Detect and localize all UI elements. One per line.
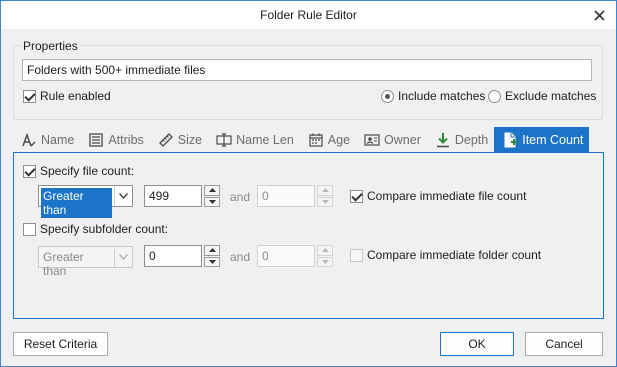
attribs-icon — [88, 132, 104, 148]
file-count-operator-value: Greater than — [41, 188, 112, 218]
cancel-button[interactable]: Cancel — [525, 332, 603, 356]
window-title: Folder Rule Editor — [260, 8, 357, 22]
specify-file-count-label: Specify file count: — [40, 164, 135, 178]
file-count-min-stepper[interactable]: 499 — [144, 185, 220, 207]
depth-icon — [435, 132, 451, 148]
size-icon — [158, 132, 174, 148]
chevron-down-icon — [114, 247, 132, 267]
close-button[interactable] — [588, 4, 610, 26]
tab-name-len[interactable]: Name Len — [208, 127, 300, 153]
tab-depth[interactable]: Depth — [427, 127, 494, 153]
criteria-tabs: Name Attribs Size Name Len Age Owner Dep… — [13, 127, 590, 153]
compare-immediate-folder-count-row[interactable]: Compare immediate folder count — [350, 248, 541, 262]
file-count-max-value[interactable]: 0 — [257, 185, 315, 207]
rule-enabled-label: Rule enabled — [40, 89, 111, 103]
stepper-up-button[interactable] — [204, 245, 220, 256]
compare-immediate-folder-count-checkbox[interactable] — [350, 248, 363, 262]
stepper-up-button[interactable] — [317, 245, 333, 256]
tab-label: Item Count — [522, 133, 584, 147]
stepper-down-button[interactable] — [204, 256, 220, 267]
properties-group — [13, 45, 603, 120]
tab-label: Name — [41, 133, 75, 147]
tab-label: Depth — [454, 133, 489, 147]
rule-enabled-checkbox[interactable] — [23, 89, 36, 103]
tab-label: Owner — [384, 133, 421, 147]
stepper-down-button[interactable] — [317, 256, 333, 267]
stepper-down-button[interactable] — [317, 196, 333, 207]
compare-immediate-file-count-label: Compare immediate file count — [367, 189, 527, 203]
name-len-icon — [216, 132, 232, 148]
arrow-up-icon — [208, 188, 216, 193]
specify-subfolder-count-row[interactable]: Specify subfolder count: — [23, 222, 168, 236]
exclude-matches-option[interactable]: Exclude matches — [488, 89, 596, 103]
subfolder-count-min-value[interactable]: 0 — [144, 245, 202, 267]
folder-rule-editor-window: Folder Rule Editor Properties Folders wi… — [0, 0, 617, 367]
arrow-down-icon — [321, 199, 329, 204]
title-bar: Folder Rule Editor — [1, 1, 616, 29]
rule-name-input[interactable]: Folders with 500+ immediate files — [22, 59, 592, 81]
subfolder-count-operator-value: Greater than — [43, 250, 84, 278]
arrow-down-icon — [208, 199, 216, 204]
include-matches-label: Include matches — [398, 89, 486, 103]
tab-label: Age — [327, 133, 351, 147]
and-label: and — [230, 250, 251, 264]
file-count-max-stepper[interactable]: 0 — [257, 185, 333, 207]
name-icon — [21, 132, 37, 148]
age-icon — [308, 132, 324, 148]
specify-file-count-checkbox[interactable] — [23, 164, 36, 178]
arrow-down-icon — [321, 259, 329, 264]
subfolder-count-operator-select[interactable]: Greater than — [38, 246, 133, 278]
tab-label: Attribs — [108, 133, 144, 147]
arrow-up-icon — [208, 248, 216, 253]
include-matches-radio[interactable] — [381, 89, 394, 103]
close-icon — [593, 9, 605, 21]
specify-file-count-row[interactable]: Specify file count: — [23, 164, 134, 178]
properties-group-label: Properties — [21, 39, 80, 53]
specify-subfolder-count-label: Specify subfolder count: — [40, 222, 169, 236]
stepper-down-button[interactable] — [204, 196, 220, 207]
tab-item-count[interactable]: Item Count — [494, 127, 590, 153]
stepper-up-button[interactable] — [204, 185, 220, 196]
file-count-min-value[interactable]: 499 — [144, 185, 202, 207]
exclude-matches-radio[interactable] — [488, 89, 501, 103]
exclude-matches-label: Exclude matches — [505, 89, 597, 103]
subfolder-count-max-value[interactable]: 0 — [257, 245, 315, 267]
tab-label: Size — [177, 133, 203, 147]
chevron-down-icon — [114, 186, 132, 206]
owner-icon — [364, 132, 380, 148]
specify-subfolder-count-checkbox[interactable] — [23, 222, 36, 236]
stepper-up-button[interactable] — [317, 185, 333, 196]
rule-enabled-row[interactable]: Rule enabled — [23, 89, 111, 103]
arrow-up-icon — [321, 248, 329, 253]
tab-size[interactable]: Size — [150, 127, 208, 153]
tab-attribs[interactable]: Attribs — [80, 127, 149, 153]
tab-name[interactable]: Name — [13, 127, 80, 153]
arrow-down-icon — [208, 259, 216, 264]
item-count-icon — [502, 132, 518, 148]
tab-age[interactable]: Age — [300, 127, 356, 153]
ok-button[interactable]: OK — [440, 332, 514, 356]
compare-immediate-folder-count-label: Compare immediate folder count — [367, 248, 542, 262]
subfolder-count-min-stepper[interactable]: 0 — [144, 245, 220, 267]
tab-label: Name Len — [236, 133, 294, 147]
compare-immediate-file-count-row[interactable]: Compare immediate file count — [350, 189, 526, 203]
include-matches-option[interactable]: Include matches — [381, 89, 485, 103]
subfolder-count-max-stepper[interactable]: 0 — [257, 245, 333, 267]
compare-immediate-file-count-checkbox[interactable] — [350, 189, 363, 203]
file-count-operator-select[interactable]: Greater than — [38, 185, 133, 218]
arrow-up-icon — [321, 188, 329, 193]
reset-criteria-button[interactable]: Reset Criteria — [13, 332, 108, 356]
and-label: and — [230, 190, 251, 204]
tab-owner[interactable]: Owner — [356, 127, 427, 153]
